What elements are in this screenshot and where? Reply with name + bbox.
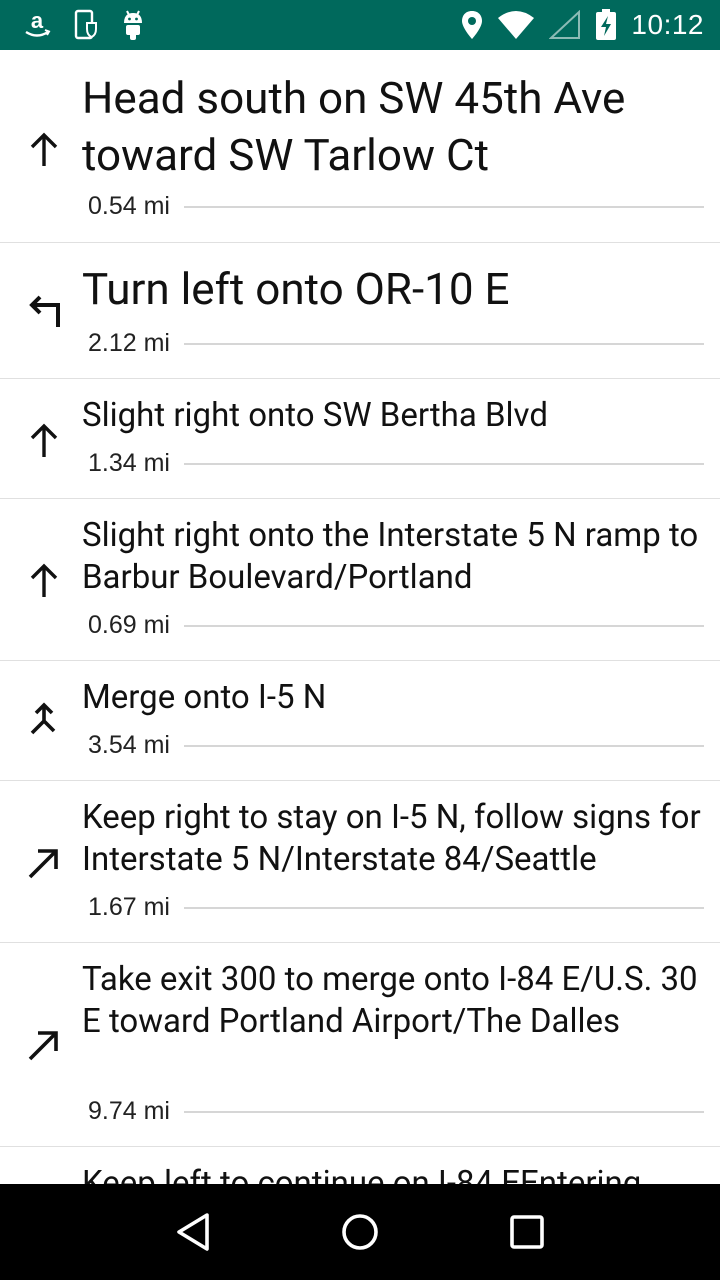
merge-icon [22,699,66,743]
direction-step[interactable]: Keep right to stay on I-5 N, follow sign… [0,781,720,943]
direction-step[interactable]: Take exit 300 to merge onto I-84 E/U.S. … [0,943,720,1147]
navigation-bar [0,1184,720,1280]
direction-step[interactable]: Keep left to continue on I-84 EEntering [0,1147,720,1184]
turn-left-icon [22,289,66,333]
back-triangle-icon [177,1213,210,1251]
amazon-icon: a [22,9,52,41]
home-circle-icon [342,1214,378,1250]
recents-button[interactable] [497,1202,557,1262]
step-instruction: Take exit 300 to merge onto I-84 E/U.S. … [82,960,698,1041]
wifi-icon [497,9,535,41]
step-distance: 1.67 mi [88,893,170,921]
home-button[interactable] [330,1202,390,1262]
step-distance: 0.69 mi [88,611,170,639]
step-instruction: Head south on SW 45th Ave toward SW Tarl… [82,72,626,181]
straight-arrow-icon [22,128,66,172]
divider-line [183,624,704,627]
step-instruction: Slight right onto the Interstate 5 N ram… [82,516,699,597]
divider-line [183,1110,704,1113]
status-time: 10:12 [631,9,704,40]
divider-line [183,744,704,747]
step-distance-row: 1.67 mi [88,893,704,922]
direction-step[interactable]: Head south on SW 45th Ave toward SW Tarl… [0,50,720,243]
step-distance-row: 9.74 mi [88,1097,704,1126]
direction-step[interactable]: Merge onto I-5 N 3.54 mi [0,661,720,781]
cell-signal-icon [549,9,581,41]
step-distance: 9.74 mi [88,1097,170,1125]
step-distance: 2.12 mi [88,329,170,357]
step-instruction: Merge onto I-5 N [82,678,327,717]
step-distance-row: 1.34 mi [88,449,704,478]
step-instruction: Keep left to continue on I-84 EEntering [82,1164,642,1184]
keep-right-arrow-icon [22,841,66,885]
divider-line [183,342,704,345]
step-distance: 3.54 mi [88,731,170,759]
step-distance: 1.34 mi [88,449,170,477]
android-icon [120,9,146,41]
direction-step[interactable]: Slight right onto SW Bertha Blvd 1.34 mi [0,379,720,499]
keep-right-arrow-icon [22,1023,66,1067]
step-instruction: Slight right onto SW Bertha Blvd [82,396,548,435]
step-instruction: Keep right to stay on I-5 N, follow sign… [82,798,701,879]
step-distance-row: 2.12 mi [88,329,704,358]
svg-text:a: a [31,10,44,33]
step-distance: 0.54 mi [88,192,170,220]
divider-line [183,205,704,208]
step-distance-row: 0.69 mi [88,611,704,640]
battery-charging-icon [595,9,617,41]
recents-square-icon [509,1215,544,1249]
location-icon [461,9,483,41]
direction-step[interactable]: Turn left onto OR-10 E 2.12 mi [0,243,720,379]
step-distance-row: 3.54 mi [88,731,704,760]
step-instruction: Turn left onto OR-10 E [82,263,510,315]
straight-arrow-icon [22,559,66,603]
divider-line [183,906,704,909]
phone-shield-icon [74,9,98,41]
divider-line [183,462,704,465]
status-bar-system: 10:12 [461,0,720,50]
directions-list[interactable]: Head south on SW 45th Ave toward SW Tarl… [0,50,720,1184]
step-distance-row: 0.54 mi [88,192,704,221]
straight-arrow-icon [22,419,66,463]
back-button[interactable] [163,1202,223,1262]
status-bar: a 10:12 [0,0,720,50]
direction-step[interactable]: Slight right onto the Interstate 5 N ram… [0,499,720,661]
status-bar-notifications: a [0,0,146,50]
